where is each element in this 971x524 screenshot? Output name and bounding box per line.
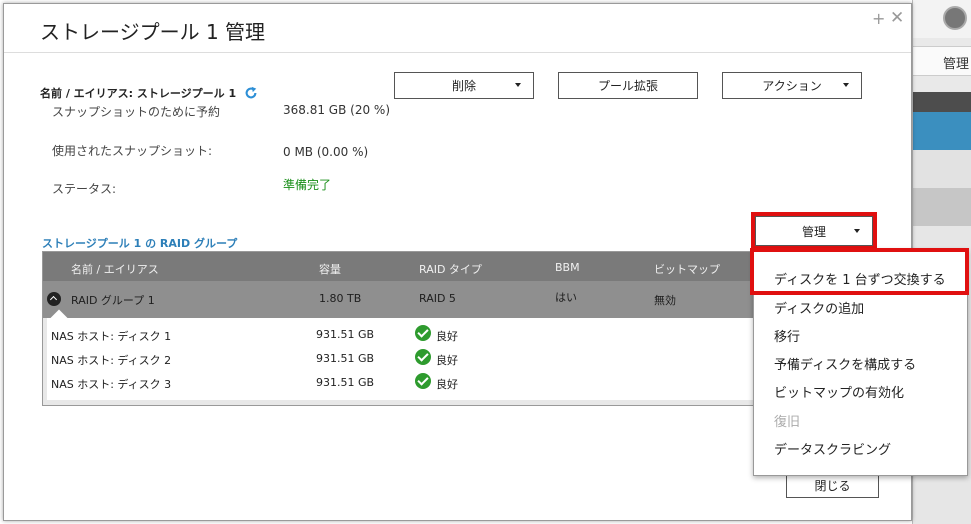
background-selected-row bbox=[913, 112, 971, 150]
alias-row: 名前 / エイリアス: ストレージプール 1 bbox=[40, 85, 258, 101]
collapse-icon[interactable] bbox=[47, 292, 61, 306]
info-label: スナップショットのために予約 bbox=[52, 105, 221, 119]
alias-label: 名前 / エイリアス: ストレージプール 1 bbox=[40, 87, 237, 100]
menu-item-highlight bbox=[750, 248, 969, 295]
background-row bbox=[913, 150, 971, 188]
check-icon bbox=[415, 373, 431, 389]
info-value: 368.81 GB (20 %) bbox=[283, 103, 390, 117]
column-header: 容量 bbox=[319, 263, 341, 276]
chevron-down-icon bbox=[854, 229, 860, 233]
background-bar bbox=[913, 92, 971, 112]
background-row bbox=[913, 188, 971, 226]
group-bitmap: 無効 bbox=[654, 294, 676, 307]
group-capacity: 1.80 TB bbox=[319, 292, 362, 305]
column-header: ビットマップ bbox=[654, 263, 720, 276]
background-header bbox=[913, 0, 971, 38]
disk-status: 良好 bbox=[436, 354, 458, 367]
delete-button[interactable]: 削除 bbox=[394, 72, 534, 99]
close-icon[interactable]: ✕ bbox=[890, 8, 904, 28]
disk-name: NAS ホスト: ディスク 1 bbox=[51, 330, 172, 343]
delete-label: 削除 bbox=[451, 79, 476, 93]
table-row[interactable]: RAID グループ 1 1.80 TB RAID 5 はい 無効 bbox=[43, 281, 753, 318]
disk-status: 良好 bbox=[436, 378, 458, 391]
column-header: RAID タイプ bbox=[419, 263, 482, 276]
menu-item-spare-disk[interactable]: 予備ディスクを構成する bbox=[774, 354, 916, 373]
raid-group-section-title: ストレージプール 1 の RAID グループ bbox=[42, 237, 238, 250]
refresh-icon[interactable] bbox=[244, 86, 258, 100]
list-item[interactable]: NAS ホスト: ディスク 3 931.51 GB 良好 bbox=[47, 371, 753, 395]
raid-group-table: 名前 / エイリアス 容量 RAID タイプ BBM ビットマップ RAID グ… bbox=[42, 251, 754, 406]
manage-label: 管理 bbox=[801, 224, 826, 239]
menu-item-add-disk[interactable]: ディスクの追加 bbox=[774, 298, 864, 317]
info-value: 0 MB (0.00 %) bbox=[283, 145, 369, 159]
check-icon bbox=[415, 349, 431, 365]
expand-label: プール拡張 bbox=[597, 79, 658, 93]
avatar[interactable] bbox=[943, 6, 967, 30]
background-tab-manage[interactable]: 管理 bbox=[913, 46, 971, 76]
list-item[interactable]: NAS ホスト: ディスク 1 931.51 GB 良好 bbox=[47, 323, 753, 347]
status-value: 準備完了 bbox=[283, 178, 332, 192]
action-button[interactable]: アクション bbox=[722, 72, 862, 99]
disk-name: NAS ホスト: ディスク 3 bbox=[51, 378, 172, 391]
check-icon bbox=[415, 325, 431, 341]
info-label: 使用されたスナップショット: bbox=[52, 144, 213, 158]
expand-pool-button[interactable]: プール拡張 bbox=[558, 72, 698, 99]
group-bbm: はい bbox=[555, 291, 577, 304]
menu-item-migrate[interactable]: 移行 bbox=[774, 326, 800, 345]
disk-capacity: 931.51 GB bbox=[316, 328, 375, 341]
disk-capacity: 931.51 GB bbox=[316, 352, 375, 365]
disk-name: NAS ホスト: ディスク 2 bbox=[51, 354, 172, 367]
column-header: 名前 / エイリアス bbox=[71, 263, 159, 276]
info-scroll-area[interactable]: スナップショットのために予約 368.81 GB (20 %) 使用されたスナッ… bbox=[4, 102, 744, 222]
disk-capacity: 931.51 GB bbox=[316, 376, 375, 389]
group-name: RAID グループ 1 bbox=[71, 294, 155, 307]
action-label: アクション bbox=[762, 79, 822, 93]
menu-item-recover: 復旧 bbox=[774, 415, 801, 430]
list-item[interactable]: NAS ホスト: ディスク 2 931.51 GB 良好 bbox=[47, 347, 753, 371]
disk-status: 良好 bbox=[436, 330, 458, 343]
title-divider bbox=[4, 52, 911, 53]
dialog-title: ストレージプール 1 管理 bbox=[40, 20, 266, 44]
maximize-icon[interactable]: + bbox=[872, 9, 885, 28]
chevron-down-icon bbox=[843, 83, 849, 87]
manage-button[interactable]: 管理 bbox=[755, 216, 873, 246]
chevron-down-icon bbox=[515, 83, 521, 87]
disk-list: NAS ホスト: ディスク 1 931.51 GB 良好 NAS ホスト: ディ… bbox=[47, 318, 753, 400]
group-raid-type: RAID 5 bbox=[419, 292, 456, 305]
menu-item-enable-bitmap[interactable]: ビットマップの有効化 bbox=[774, 382, 904, 401]
column-header: BBM bbox=[555, 261, 580, 274]
info-label: ステータス: bbox=[52, 182, 117, 196]
table-header: 名前 / エイリアス 容量 RAID タイプ BBM ビットマップ bbox=[43, 252, 753, 281]
menu-item-scrubbing[interactable]: データスクラビング bbox=[774, 439, 891, 458]
